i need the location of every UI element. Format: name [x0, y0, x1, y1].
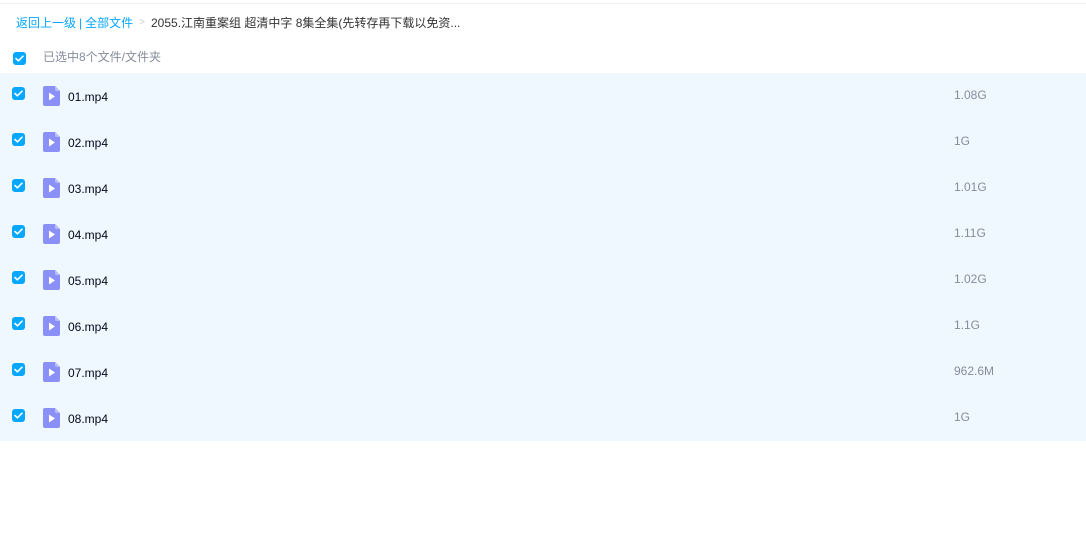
checkmark-icon [14, 412, 23, 419]
checkmark-icon [14, 90, 23, 97]
selection-summary: 已选中8个文件/文件夹 [43, 50, 162, 64]
file-row[interactable]: 01.mp4 1.08G [0, 73, 1086, 119]
file-name[interactable]: 02.mp4 [68, 135, 108, 151]
checkmark-icon [14, 320, 23, 327]
checkmark-icon [14, 228, 23, 235]
file-size: 1G [954, 410, 971, 424]
file-name[interactable]: 05.mp4 [68, 273, 108, 289]
file-size: 1.1G [954, 318, 981, 332]
video-file-icon [43, 224, 60, 244]
top-divider [0, 3, 1086, 4]
file-size: 1.02G [954, 272, 987, 286]
video-file-icon [43, 132, 60, 152]
file-checkbox[interactable] [12, 317, 25, 330]
video-file-icon [43, 270, 60, 290]
file-name[interactable]: 06.mp4 [68, 319, 108, 335]
select-all-row: 已选中8个文件/文件夹 [0, 44, 1086, 72]
select-all-checkbox[interactable] [13, 52, 26, 65]
breadcrumb: 返回上一级 | 全部文件 > 2055.江南重案组 超清中字 8集全集(先转存再… [16, 15, 460, 31]
file-size: 962.6M [954, 364, 995, 378]
file-row[interactable]: 04.mp4 1.11G [0, 211, 1086, 257]
checkmark-icon [14, 136, 23, 143]
file-checkbox[interactable] [12, 179, 25, 192]
video-file-icon [43, 178, 60, 198]
video-file-icon [43, 362, 60, 382]
file-checkbox[interactable] [12, 87, 25, 100]
checkmark-icon [14, 366, 23, 373]
file-row[interactable]: 03.mp4 1.01G [0, 165, 1086, 211]
file-name[interactable]: 01.mp4 [68, 89, 108, 105]
file-name[interactable]: 08.mp4 [68, 411, 108, 427]
breadcrumb-separator: | [79, 16, 83, 30]
all-files-link[interactable]: 全部文件 [85, 15, 133, 31]
file-row[interactable]: 06.mp4 1.1G [0, 303, 1086, 349]
file-checkbox[interactable] [12, 363, 25, 376]
file-size: 1G [954, 134, 971, 148]
file-row[interactable]: 02.mp4 1G [0, 119, 1086, 165]
checkmark-icon [14, 274, 23, 281]
file-name[interactable]: 07.mp4 [68, 365, 108, 381]
checkmark-icon [14, 182, 23, 189]
current-folder-title: 2055.江南重案组 超清中字 8集全集(先转存再下载以免资... [151, 16, 461, 30]
video-file-icon [43, 86, 60, 106]
file-name[interactable]: 04.mp4 [68, 227, 108, 243]
video-file-icon [43, 316, 60, 336]
file-checkbox[interactable] [12, 133, 25, 146]
file-checkbox[interactable] [12, 271, 25, 284]
file-list: 01.mp4 1.08G 02.mp4 1G 03.mp4 1.01G 04.m… [0, 73, 1086, 441]
back-link[interactable]: 返回上一级 [16, 15, 76, 31]
file-name[interactable]: 03.mp4 [68, 181, 108, 197]
file-size: 1.01G [954, 180, 987, 194]
file-size: 1.08G [954, 88, 987, 102]
breadcrumb-arrow-icon: > [139, 17, 145, 28]
checkmark-icon [15, 55, 24, 62]
file-row[interactable]: 07.mp4 962.6M [0, 349, 1086, 395]
video-file-icon [43, 408, 60, 428]
file-row[interactable]: 05.mp4 1.02G [0, 257, 1086, 303]
file-checkbox[interactable] [12, 409, 25, 422]
file-row[interactable]: 08.mp4 1G [0, 395, 1086, 441]
file-size: 1.11G [954, 226, 986, 240]
file-checkbox[interactable] [12, 225, 25, 238]
